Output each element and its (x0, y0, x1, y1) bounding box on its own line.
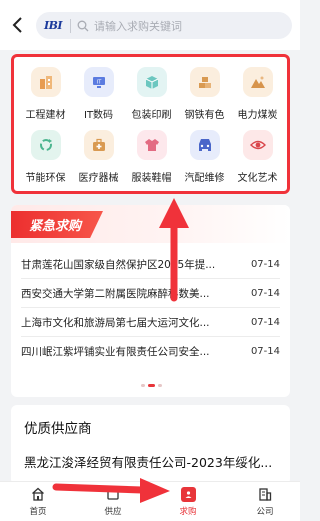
item-date: 07-14 (250, 346, 280, 357)
supplier-item[interactable]: 黑龙江浚泽经贸有限责任公司-2023年绥化... (24, 452, 286, 471)
back-arrow-icon[interactable] (8, 15, 26, 35)
item-date: 07-14 (250, 258, 280, 270)
recycle-icon (30, 129, 61, 160)
category-item[interactable]: 文化艺术 (231, 126, 284, 189)
category-label: 钢铁有色 (184, 110, 225, 121)
category-item[interactable]: 服装鞋帽 (125, 126, 178, 189)
monitor-icon: IT (83, 67, 114, 97)
list-item[interactable]: 甘肃莲花山国家级自然保护区2025年提... 07-14 (21, 250, 280, 279)
category-panel: 工程建材 IT IT数码 包装印刷 钢铁有色 电力煤炭 节能环保 医疗器械 服装… (11, 54, 290, 194)
tab-home[interactable]: 首页 (18, 486, 58, 520)
category-label: 文化艺术 (237, 172, 278, 184)
mountain-icon (242, 67, 273, 97)
section-title: 优质供应商 (24, 421, 92, 437)
purchase-icon (180, 486, 196, 502)
car-repair-icon (189, 129, 220, 160)
category-label: 工程建材 (25, 110, 66, 121)
category-item[interactable]: 医疗器械 (72, 126, 125, 189)
medical-kit-icon (83, 129, 114, 160)
category-item[interactable]: IT IT数码 (72, 63, 125, 126)
tab-supply[interactable]: 供应 (93, 486, 133, 520)
app-screen: IBI 请输入求购关键词 工程建材 IT IT数码 包装印刷 钢铁有色 电力煤炭… (0, 0, 300, 521)
category-grid: 工程建材 IT IT数码 包装印刷 钢铁有色 电力煤炭 节能环保 医疗器械 服装… (19, 63, 284, 188)
category-label: IT数码 (83, 110, 114, 121)
item-title: 甘肃莲花山国家级自然保护区2025年提... (21, 258, 216, 271)
steel-bars-icon (189, 67, 220, 97)
item-title: 上海市文化和旅游局第七届大运河文化... (21, 316, 210, 329)
carousel-dot-active (148, 384, 155, 387)
tab-label: 求购 (179, 507, 197, 517)
package-icon (136, 67, 167, 97)
search-input[interactable]: IBI 请输入求购关键词 (36, 12, 292, 39)
carousel-dot (158, 384, 162, 387)
category-item[interactable]: 工程建材 (19, 63, 72, 126)
search-icon (77, 20, 89, 32)
item-title: 西安交通大学第二附属医院麻醉科数美... (21, 287, 210, 300)
tab-company[interactable]: 公司 (245, 486, 285, 520)
company-icon (257, 486, 273, 502)
category-label: 节能环保 (25, 172, 66, 184)
category-item[interactable]: 节能环保 (19, 126, 72, 189)
urgent-header: 紧急求购 (11, 205, 290, 243)
list-item[interactable]: 四川岷江紫坪铺实业有限责任公司安全... 07-14 (21, 337, 280, 366)
category-label: 服装鞋帽 (131, 172, 172, 184)
home-icon (30, 486, 46, 502)
urgent-purchase-section: 紧急求购 甘肃莲花山国家级自然保护区2025年提... 07-14 西安交通大学… (11, 205, 290, 397)
category-label: 包装印刷 (131, 110, 172, 121)
tab-label: 公司 (256, 507, 274, 517)
building-icon (30, 67, 61, 97)
category-label: 汽配维修 (184, 172, 225, 184)
category-item[interactable]: 电力煤炭 (231, 63, 284, 126)
urgent-title: 紧急求购 (11, 211, 103, 238)
category-label: 电力煤炭 (237, 110, 278, 121)
carousel-indicator[interactable] (141, 384, 162, 387)
quality-suppliers-section: 优质供应商 黑龙江浚泽经贸有限责任公司-2023年绥化... (11, 405, 290, 485)
carousel-dot (141, 384, 145, 387)
tab-label: 首页 (29, 507, 47, 517)
item-title: 四川岷江紫坪铺实业有限责任公司安全... (21, 346, 210, 358)
category-label: 医疗器械 (78, 172, 119, 184)
category-item[interactable]: 包装印刷 (125, 63, 178, 126)
brand-logo: IBI (43, 19, 63, 32)
eye-icon (242, 129, 273, 160)
category-item[interactable]: 钢铁有色 (178, 63, 231, 126)
tshirt-icon (136, 129, 167, 160)
supply-icon (105, 486, 121, 502)
item-date: 07-14 (250, 287, 280, 299)
list-item[interactable]: 西安交通大学第二附属医院麻醉科数美... 07-14 (21, 279, 280, 308)
tab-label: 供应 (104, 507, 122, 517)
search-placeholder: 请输入求购关键词 (94, 19, 182, 33)
urgent-list: 甘肃莲花山国家级自然保护区2025年提... 07-14 西安交通大学第二附属医… (21, 250, 280, 366)
tab-purchase[interactable]: 求购 (168, 486, 208, 520)
top-bar: IBI 请输入求购关键词 (0, 0, 300, 50)
bottom-tab-bar: 首页 供应 求购 公司 (0, 481, 300, 521)
list-item[interactable]: 上海市文化和旅游局第七届大运河文化... 07-14 (21, 308, 280, 337)
category-item[interactable]: 汽配维修 (178, 126, 231, 189)
search-divider (70, 18, 71, 33)
item-date: 07-14 (250, 316, 280, 328)
